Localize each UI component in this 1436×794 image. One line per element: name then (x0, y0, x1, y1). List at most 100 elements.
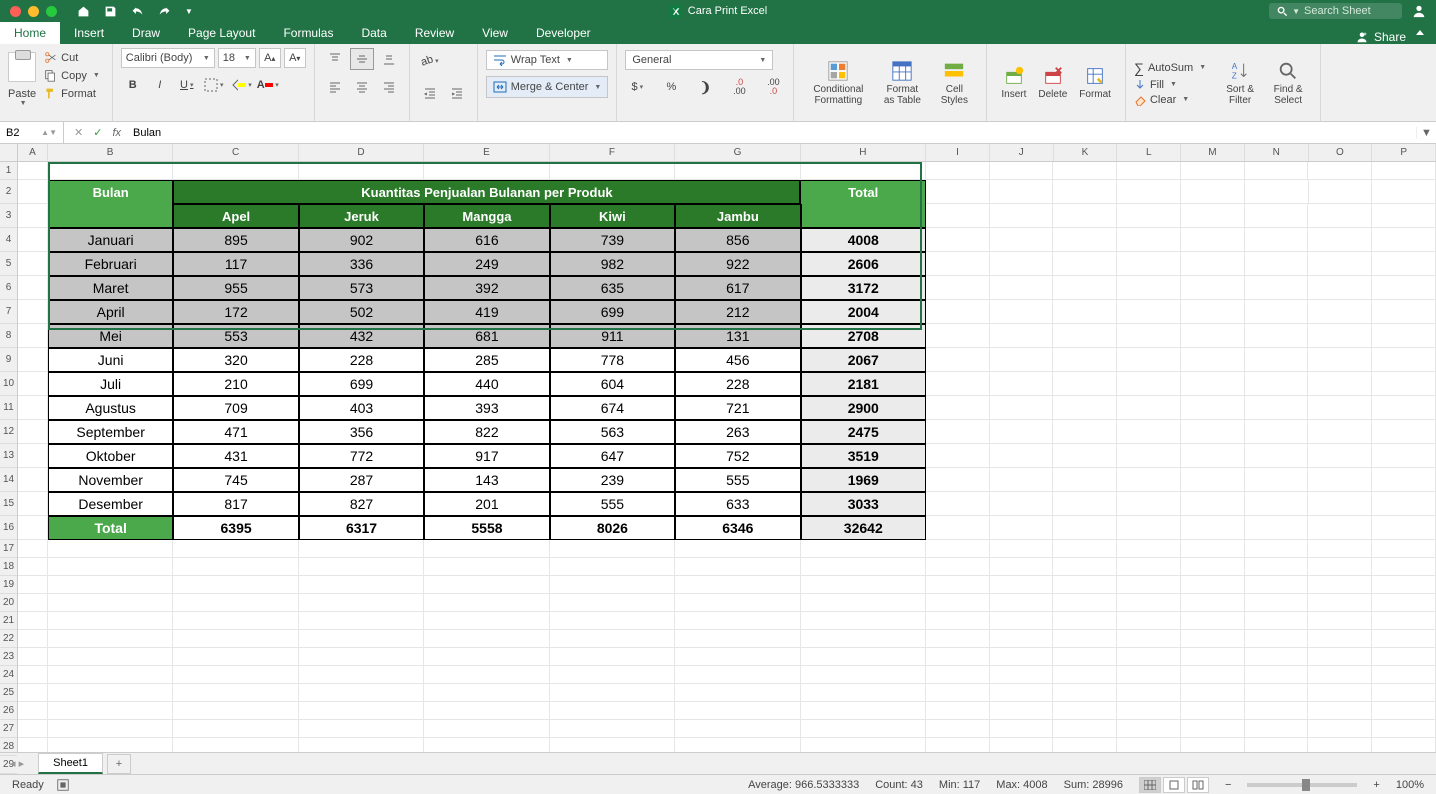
cell[interactable] (1181, 702, 1245, 720)
cell[interactable]: 201 (424, 492, 549, 516)
cell[interactable]: 5558 (424, 516, 549, 540)
cell[interactable]: 752 (675, 444, 800, 468)
cell[interactable] (990, 702, 1054, 720)
cell[interactable] (18, 276, 48, 300)
page-layout-button[interactable] (1163, 777, 1185, 793)
cell[interactable]: 681 (424, 324, 549, 348)
row-header[interactable]: 19 (0, 576, 17, 594)
cell[interactable] (299, 558, 424, 576)
cell[interactable] (299, 702, 424, 720)
cell[interactable] (675, 738, 800, 752)
row-header[interactable]: 12 (0, 420, 17, 444)
comma-button[interactable]: ❩ (693, 76, 717, 98)
cell[interactable] (990, 648, 1054, 666)
cell[interactable] (1308, 738, 1372, 752)
cell[interactable] (1053, 180, 1117, 204)
cell[interactable] (1181, 630, 1245, 648)
cell[interactable] (926, 324, 990, 348)
zoom-slider[interactable] (1247, 783, 1357, 787)
cell[interactable] (550, 684, 675, 702)
grid[interactable]: BulanKuantitas Penjualan Bulanan per Pro… (18, 162, 1436, 752)
cell[interactable] (801, 612, 926, 630)
format-painter-button[interactable]: Format (40, 86, 104, 101)
cell[interactable] (1117, 666, 1181, 684)
cell[interactable]: 856 (675, 228, 800, 252)
cell[interactable] (926, 684, 990, 702)
cell[interactable] (1181, 276, 1245, 300)
orientation-button[interactable]: ab▾ (418, 50, 442, 72)
cell[interactable] (1308, 348, 1372, 372)
zoom-in-button[interactable]: + (1373, 779, 1379, 791)
cell[interactable]: 745 (173, 468, 298, 492)
italic-button[interactable]: I (148, 74, 172, 96)
cell[interactable]: 2900 (801, 396, 926, 420)
cell[interactable] (1117, 648, 1181, 666)
sheet-nav[interactable]: ◂ ▸ (10, 757, 24, 770)
cell[interactable] (990, 324, 1054, 348)
cell[interactable] (424, 612, 549, 630)
tab-draw[interactable]: Draw (118, 22, 174, 44)
col-header[interactable]: J (990, 144, 1054, 161)
cell[interactable] (48, 612, 173, 630)
cell[interactable] (424, 648, 549, 666)
cell[interactable]: 3033 (801, 492, 926, 516)
col-header[interactable]: F (550, 144, 675, 161)
cell[interactable] (1053, 720, 1117, 738)
cell[interactable] (1053, 558, 1117, 576)
cell[interactable] (18, 324, 48, 348)
cell[interactable] (48, 738, 173, 752)
cell[interactable] (173, 558, 298, 576)
undo-icon[interactable] (131, 5, 144, 18)
cell[interactable] (1053, 666, 1117, 684)
cell[interactable] (801, 648, 926, 666)
expand-formula-bar[interactable]: ▼ (1416, 127, 1436, 139)
cell[interactable] (1053, 204, 1117, 228)
search-sheet[interactable]: ▼ (1269, 3, 1402, 19)
cell[interactable] (1053, 738, 1117, 752)
cell[interactable]: 320 (173, 348, 298, 372)
cell[interactable] (1117, 612, 1181, 630)
cell[interactable]: 604 (550, 372, 675, 396)
cell[interactable] (1181, 738, 1245, 752)
tab-page-layout[interactable]: Page Layout (174, 22, 269, 44)
cell[interactable]: 699 (550, 300, 675, 324)
cell[interactable] (801, 540, 926, 558)
cell[interactable] (926, 228, 990, 252)
cell[interactable] (1181, 516, 1245, 540)
cell[interactable] (1117, 324, 1181, 348)
tab-formulas[interactable]: Formulas (269, 22, 347, 44)
cell[interactable] (1053, 516, 1117, 540)
cell[interactable] (1245, 276, 1309, 300)
row-header[interactable]: 4 (0, 228, 17, 252)
cell[interactable] (1245, 348, 1309, 372)
redo-icon[interactable] (158, 5, 171, 18)
cell[interactable] (550, 612, 675, 630)
col-header[interactable]: G (675, 144, 800, 161)
cell[interactable] (424, 738, 549, 752)
row-header[interactable]: 5 (0, 252, 17, 276)
cell[interactable] (550, 720, 675, 738)
cell[interactable] (926, 468, 990, 492)
cell[interactable] (926, 180, 990, 204)
cell[interactable] (1308, 300, 1372, 324)
font-name-select[interactable]: Calibri (Body)▼ (121, 48, 215, 68)
cell[interactable] (990, 516, 1054, 540)
cell[interactable]: 212 (675, 300, 800, 324)
cell[interactable] (173, 720, 298, 738)
cell[interactable] (675, 558, 800, 576)
cell[interactable] (1308, 630, 1372, 648)
align-center-button[interactable] (350, 76, 374, 98)
cell[interactable] (1117, 684, 1181, 702)
formula-input[interactable]: Bulan (129, 127, 1416, 139)
cell[interactable] (1245, 720, 1309, 738)
cell[interactable] (1372, 468, 1436, 492)
cell[interactable]: 32642 (801, 516, 926, 540)
cell[interactable]: Total (48, 516, 173, 540)
cell[interactable] (926, 492, 990, 516)
cell[interactable]: Kiwi (550, 204, 675, 228)
cell[interactable]: 1969 (801, 468, 926, 492)
increase-font-button[interactable]: A▴ (259, 48, 281, 68)
cell[interactable] (18, 492, 48, 516)
cell[interactable] (801, 702, 926, 720)
cell[interactable] (424, 594, 549, 612)
